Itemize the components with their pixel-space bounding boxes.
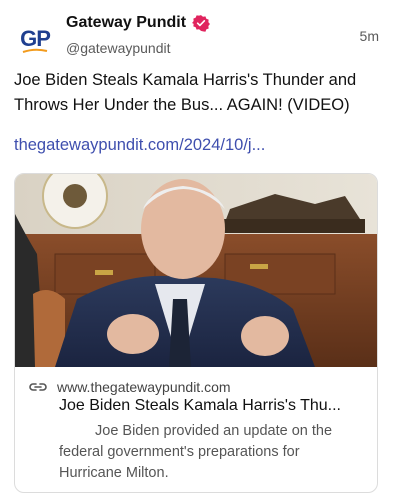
card-description: Joe Biden provided an update on the fede… — [59, 423, 333, 481]
link-preview-card[interactable]: www.thegatewaypundit.com Joe Biden Steal… — [14, 173, 378, 493]
card-domain-row: www.thegatewaypundit.com — [29, 379, 231, 395]
name-row: Gateway Pundit — [66, 14, 210, 32]
verified-badge-icon — [192, 15, 210, 32]
card-title[interactable]: Joe Biden Steals Kamala Harris's Thu... — [59, 397, 341, 415]
avatar[interactable]: GP — [14, 18, 56, 60]
post-link[interactable]: thegatewaypundit.com/2024/10/j... — [14, 136, 265, 155]
card-thumbnail-image[interactable] — [15, 174, 378, 367]
display-name[interactable]: Gateway Pundit — [66, 14, 186, 32]
account-handle[interactable]: @gatewaypundit — [66, 40, 171, 56]
link-icon — [29, 383, 47, 391]
card-meta: www.thegatewaypundit.com Joe Biden Steal… — [15, 367, 377, 492]
card-domain: www.thegatewaypundit.com — [57, 379, 231, 395]
post-text: Joe Biden Steals Kamala Harris's Thunder… — [14, 71, 357, 114]
post-timestamp: 5m — [359, 28, 379, 44]
avatar-swoosh-icon — [22, 48, 48, 53]
post-header: GP Gateway Pundit @gatewaypundit 5m — [14, 8, 379, 60]
